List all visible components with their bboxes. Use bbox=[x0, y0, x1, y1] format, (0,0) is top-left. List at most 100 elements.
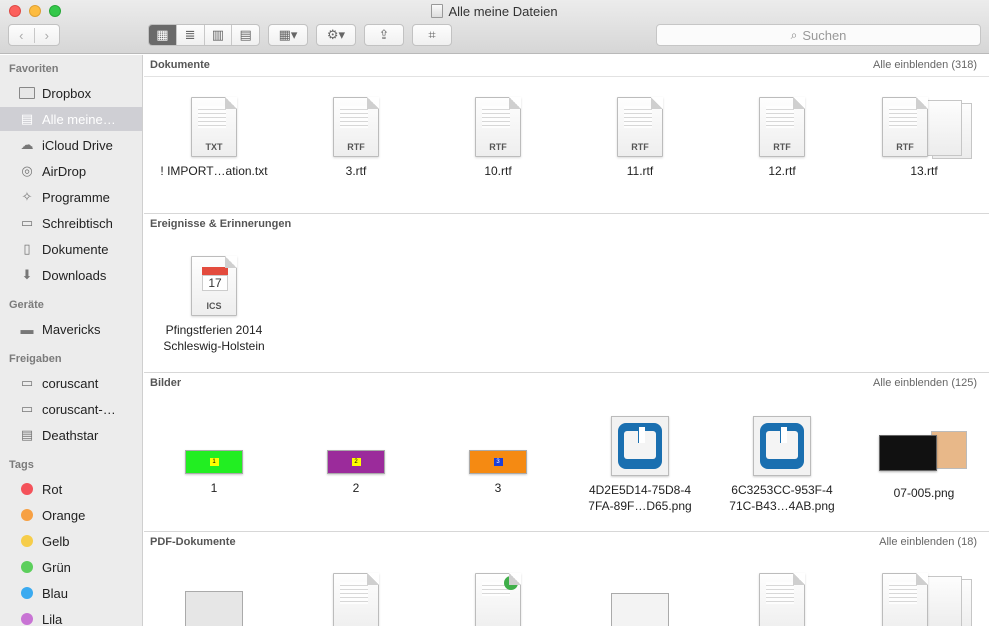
show-all-images-link[interactable]: Alle einblenden (125) bbox=[873, 377, 977, 389]
sidebar-item-label: Rot bbox=[42, 481, 63, 497]
sidebar-tag-orange[interactable]: Orange bbox=[0, 503, 142, 527]
sidebar-item-label: coruscant bbox=[42, 375, 99, 391]
all-files-icon: ▤ bbox=[20, 111, 34, 126]
file-item[interactable] bbox=[428, 573, 568, 626]
sidebar-item-coruscant-2[interactable]: ▭ coruscant-… bbox=[0, 397, 142, 421]
search-placeholder: Suchen bbox=[802, 27, 847, 43]
airdrop-icon: ◎ bbox=[21, 163, 33, 178]
sidebar-tag-green[interactable]: Grün bbox=[0, 555, 142, 579]
window-title-text: Alle meine Dateien bbox=[448, 4, 558, 19]
file-item[interactable]: 1 1 bbox=[144, 450, 284, 496]
file-item[interactable]: RTF 3.rtf bbox=[286, 97, 426, 179]
file-item[interactable] bbox=[570, 593, 710, 626]
sidebar-item-dropbox[interactable]: Dropbox bbox=[0, 81, 142, 105]
sidebar-item-icloud-drive[interactable]: ☁ iCloud Drive bbox=[0, 133, 142, 157]
disk-icon: ▬ bbox=[20, 321, 34, 337]
file-item-stack[interactable]: RTF 13.rtf bbox=[854, 97, 989, 179]
pdf-document-icon bbox=[882, 573, 928, 626]
file-item[interactable]: 6C3253CC-953F-4 71C-B43…4AB.png bbox=[712, 416, 852, 514]
arrange-button[interactable]: ▦▾ bbox=[268, 24, 308, 46]
stacked-document-icon bbox=[922, 576, 962, 626]
file-name: 12.rtf bbox=[768, 164, 796, 178]
sidebar-item-label: Orange bbox=[42, 507, 86, 523]
tag-color-dot bbox=[21, 483, 33, 495]
sidebar-header-shares: Freigaben bbox=[9, 353, 62, 365]
server-icon: ▤ bbox=[20, 427, 34, 442]
navigation-buttons: ‹ › bbox=[8, 24, 60, 46]
file-item[interactable] bbox=[144, 577, 284, 626]
sidebar-item-label: Dokumente bbox=[42, 241, 109, 257]
section-title: Bilder bbox=[150, 377, 182, 389]
file-item[interactable]: 17 ICS Pfingstferien 2014 Schleswig-Hols… bbox=[144, 256, 284, 354]
back-button[interactable]: ‹ bbox=[9, 27, 35, 43]
calendar-file-icon: 17 ICS bbox=[191, 256, 237, 316]
section-header-events: Ereignisse & Erinnerungen bbox=[144, 214, 989, 236]
sidebar-item-mavericks[interactable]: ▬ Mavericks bbox=[0, 317, 142, 341]
screenshot-thumbnail bbox=[879, 431, 969, 477]
sidebar-tag-red[interactable]: Rot bbox=[0, 477, 142, 501]
file-item[interactable]: RTF 11.rtf bbox=[570, 97, 710, 179]
book-app-thumbnail bbox=[611, 416, 669, 476]
sidebar-tag-purple[interactable]: Lila bbox=[0, 607, 142, 626]
share-button[interactable]: ⇪ bbox=[364, 24, 404, 46]
sidebar-header-favorites: Favoriten bbox=[9, 63, 59, 75]
rtf-document-icon: RTF bbox=[759, 97, 805, 157]
file-item[interactable]: 2 2 bbox=[286, 450, 426, 496]
text-document-icon: TXT bbox=[191, 97, 237, 157]
column-view-button[interactable]: ▥ bbox=[205, 25, 233, 45]
sidebar-item-label: Blau bbox=[42, 585, 69, 601]
sidebar-item-label: Programme bbox=[42, 189, 110, 205]
sidebar-item-applications[interactable]: ✧ Programme bbox=[0, 185, 142, 209]
forward-button[interactable]: › bbox=[35, 28, 60, 43]
sidebar-tag-blue[interactable]: Blau bbox=[0, 581, 142, 605]
sidebar-item-all-files[interactable]: ▤ Alle meine… bbox=[0, 107, 142, 131]
sidebar-item-coruscant[interactable]: ▭ coruscant bbox=[0, 371, 142, 395]
sidebar-tag-yellow[interactable]: Gelb bbox=[0, 529, 142, 553]
show-all-pdfs-link[interactable]: Alle einblenden (18) bbox=[879, 536, 977, 548]
sidebar-item-label: Mavericks bbox=[42, 321, 101, 337]
desktop-icon: ▭ bbox=[20, 215, 34, 230]
sidebar-item-deathstar[interactable]: ▤ Deathstar bbox=[0, 423, 142, 447]
tag-color-dot bbox=[21, 561, 33, 573]
file-name: 6C3253CC-953F-4 71C-B43…4AB.png bbox=[729, 483, 835, 513]
file-item[interactable]: 4D2E5D14-75D8-4 7FA-89F…D65.png bbox=[570, 416, 710, 514]
search-icon: ⌕ bbox=[790, 27, 798, 42]
view-mode-buttons: ▦ ≣ ▥ ▤ bbox=[148, 24, 260, 46]
tag-color-dot bbox=[21, 613, 33, 625]
book-app-thumbnail bbox=[753, 416, 811, 476]
rtf-document-icon: RTF bbox=[617, 97, 663, 157]
pdf-document-icon bbox=[759, 573, 805, 626]
file-item[interactable]: RTF 12.rtf bbox=[712, 97, 852, 179]
file-name: 4D2E5D14-75D8-4 7FA-89F…D65.png bbox=[588, 483, 692, 513]
sidebar-item-label: AirDrop bbox=[42, 163, 87, 179]
edit-tags-button[interactable]: ⌗ bbox=[412, 24, 452, 46]
sidebar-item-downloads[interactable]: ⬇ Downloads bbox=[0, 263, 142, 287]
image-thumbnail: 1 bbox=[185, 450, 243, 474]
list-view-button[interactable]: ≣ bbox=[177, 25, 205, 45]
file-item[interactable]: TXT ! IMPORT…ation.txt bbox=[144, 97, 284, 179]
file-item-stack[interactable]: 07-005.png bbox=[854, 431, 989, 501]
pdf-document-icon bbox=[333, 573, 379, 626]
file-item[interactable] bbox=[712, 573, 852, 626]
sidebar-item-airdrop[interactable]: ◎ AirDrop bbox=[0, 159, 142, 183]
folder-icon bbox=[18, 86, 36, 100]
show-all-documents-link[interactable]: Alle einblenden (318) bbox=[873, 59, 977, 71]
sidebar-item-documents[interactable]: ▯ Dokumente bbox=[0, 237, 142, 261]
file-item[interactable] bbox=[286, 573, 426, 626]
file-item-stack[interactable] bbox=[854, 573, 989, 626]
coverflow-view-button[interactable]: ▤ bbox=[232, 25, 259, 45]
section-title: PDF-Dokumente bbox=[150, 536, 236, 548]
rtf-document-icon: RTF bbox=[882, 97, 928, 157]
sidebar-item-label: Alle meine… bbox=[42, 111, 116, 127]
section-title: Dokumente bbox=[150, 59, 210, 71]
section-header-documents: Dokumente Alle einblenden (318) bbox=[144, 55, 989, 77]
tag-color-dot bbox=[21, 535, 33, 547]
file-item[interactable]: 3 3 bbox=[428, 450, 568, 496]
action-button[interactable]: ⚙▾ bbox=[316, 24, 356, 46]
icon-view-button[interactable]: ▦ bbox=[149, 25, 177, 45]
file-item[interactable]: RTF 10.rtf bbox=[428, 97, 568, 179]
sidebar-item-desktop[interactable]: ▭ Schreibtisch bbox=[0, 211, 142, 235]
search-input[interactable]: ⌕ Suchen bbox=[656, 24, 981, 46]
tag-color-dot bbox=[21, 587, 33, 599]
book-icon bbox=[760, 423, 804, 469]
